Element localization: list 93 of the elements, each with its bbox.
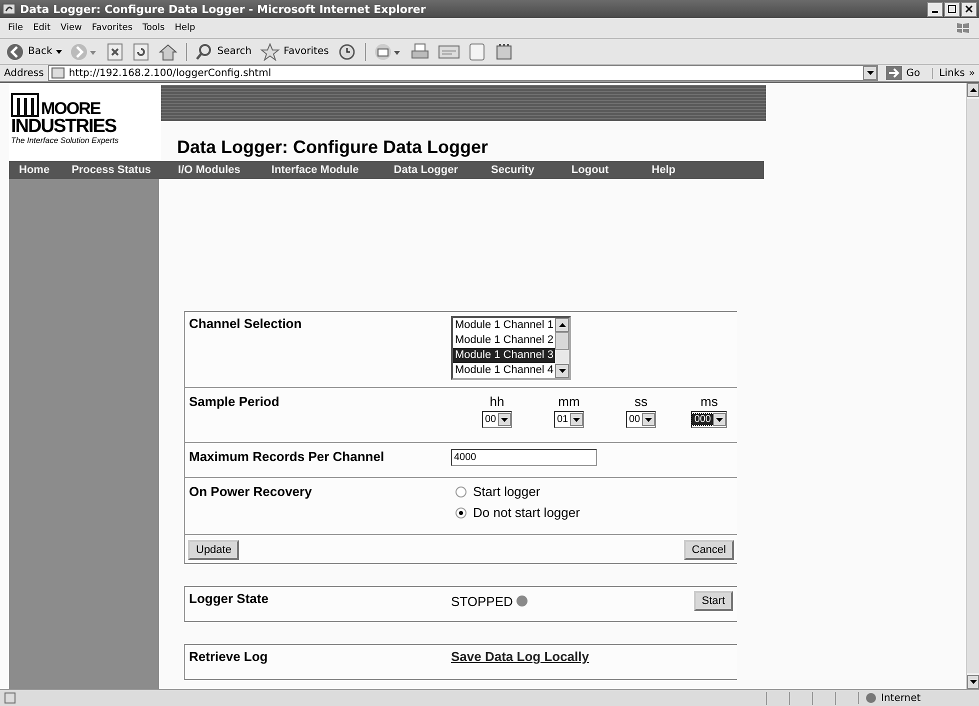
windows-logo-icon (955, 21, 971, 35)
star-icon (260, 42, 280, 60)
time-dropdown[interactable]: 00 (626, 411, 656, 428)
go-button[interactable]: Go (882, 66, 928, 80)
forward-icon[interactable] (70, 42, 98, 60)
messenger-icon[interactable] (494, 42, 514, 60)
menu-item[interactable]: Tools (142, 23, 165, 33)
caret-icon (866, 71, 874, 75)
field-label: Channel Selection (189, 316, 303, 333)
menu-item[interactable]: Help (174, 23, 196, 33)
maximize-button[interactable] (944, 2, 960, 16)
window-title: Data Logger: Configure Data Logger - Microsoft Internet Explorer (20, 2, 426, 16)
links-button[interactable]: Links (932, 68, 965, 78)
favorites-button[interactable]: Favorites (260, 42, 329, 60)
caret-icon (501, 418, 508, 422)
radio-label: Do not start logger (473, 505, 580, 520)
channel-option[interactable]: Module 1 Channel 2 (453, 333, 556, 348)
caret-icon (573, 418, 580, 422)
arrow-icon (886, 66, 902, 80)
refresh-icon[interactable] (132, 42, 150, 60)
time-dropdown[interactable]: 01 (554, 411, 584, 428)
nav-link[interactable]: Logout (560, 164, 641, 176)
down-arrow-icon (970, 680, 976, 684)
logo-icon (11, 93, 39, 117)
page-icon (50, 67, 65, 79)
logo-tagline: The Interface Solution Experts (11, 136, 120, 145)
nav-link[interactable]: Home (9, 164, 61, 176)
nav-link[interactable]: Security (480, 164, 560, 176)
field-label: Retrieve Log (189, 649, 269, 664)
nav-link[interactable]: Interface Module (260, 164, 383, 176)
records-input[interactable]: 4000 (451, 449, 597, 466)
channel-option[interactable]: Module 1 Channel 3 (453, 348, 556, 363)
edit-icon[interactable] (438, 42, 460, 60)
minimize-button[interactable] (927, 2, 943, 16)
field-label: Logger State (189, 591, 270, 606)
start-button[interactable]: Start (694, 591, 733, 611)
menu-item[interactable]: View (60, 23, 82, 33)
back-button[interactable]: Back (6, 42, 62, 60)
up-arrow-icon (970, 88, 976, 92)
cancel-button[interactable]: Cancel (684, 540, 734, 560)
radio-button[interactable] (455, 506, 467, 518)
page-scrollbar[interactable] (966, 83, 979, 689)
channel-option[interactable]: Module 1 Channel 4 (453, 363, 556, 378)
menu-item[interactable]: Edit (33, 23, 50, 33)
unit-label: ss (634, 394, 648, 409)
nav-link[interactable]: I/O Modules (162, 164, 260, 176)
menu-item[interactable]: Favorites (92, 23, 133, 33)
unit-label: ms (700, 394, 718, 409)
browser-icon (2, 2, 16, 16)
radio-button[interactable] (455, 486, 467, 498)
nav-link[interactable]: Data Logger (382, 164, 480, 176)
globe-icon (865, 692, 877, 704)
down-arrow-icon (558, 369, 566, 373)
mail-icon[interactable] (374, 42, 402, 60)
search-icon (195, 42, 214, 60)
dropdown-button[interactable] (863, 66, 878, 80)
status-zone: Internet (858, 692, 975, 704)
scrollbar[interactable] (555, 318, 570, 378)
logo-text: MOORE (41, 100, 100, 117)
radio-label: Start logger (473, 484, 540, 499)
nav-link[interactable]: Help (640, 164, 687, 176)
address-label: Address (4, 68, 44, 78)
search-button[interactable]: Search (195, 42, 252, 60)
page-title: Data Logger: Configure Data Logger (177, 137, 490, 158)
maximize-icon (948, 5, 956, 13)
page-icon[interactable] (468, 42, 486, 60)
field-label: Maximum Records Per Channel (189, 449, 386, 464)
save-log-link[interactable]: Save Data Log Locally (451, 649, 589, 664)
stop-icon[interactable] (106, 42, 124, 60)
field-label: Sample Period (189, 394, 280, 411)
menu-item[interactable]: File (8, 23, 24, 33)
unit-label: hh (490, 394, 504, 409)
channel-listbox[interactable]: Module 1 Channel 1 Module 1 Channel 2 Module 1 Channel 3 Module 1 Channel 4 (451, 316, 572, 380)
print-icon[interactable] (410, 42, 430, 60)
close-icon (965, 5, 973, 13)
close-button[interactable] (961, 2, 977, 16)
time-dropdown[interactable]: 000 (691, 411, 727, 428)
unit-label: mm (558, 394, 580, 409)
history-icon[interactable] (336, 42, 357, 60)
home-icon[interactable] (158, 42, 178, 60)
caret-icon (56, 50, 62, 54)
more-button[interactable]: » (968, 68, 975, 78)
state-text: STOPPED (451, 594, 513, 608)
field-label: On Power Recovery (189, 484, 313, 501)
nav-link[interactable]: Process Status (60, 164, 162, 176)
time-dropdown[interactable]: 00 (482, 411, 512, 428)
channel-option[interactable]: Module 1 Channel 1 (453, 318, 556, 333)
caret-icon (645, 418, 652, 422)
address-field[interactable]: http://192.168.2.100/loggerConfig.shtml (48, 65, 878, 81)
update-button[interactable]: Update (188, 540, 240, 560)
up-arrow-icon (558, 323, 566, 327)
logo-text: INDUSTRIES (11, 117, 118, 136)
caret-icon (716, 418, 723, 422)
